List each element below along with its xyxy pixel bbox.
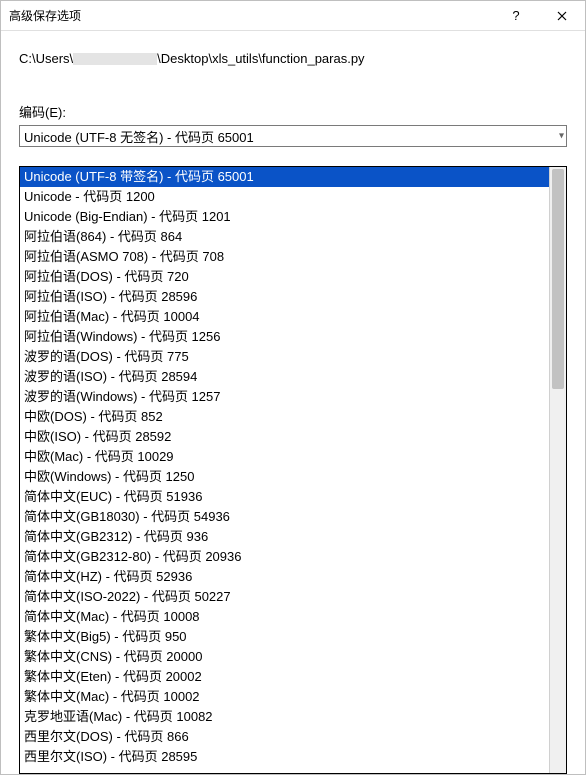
encoding-option[interactable]: 阿拉伯语(ASMO 708) - 代码页 708 (20, 247, 549, 267)
encoding-option[interactable]: 简体中文(EUC) - 代码页 51936 (20, 487, 549, 507)
encoding-list[interactable]: Unicode (UTF-8 带签名) - 代码页 65001Unicode -… (20, 167, 549, 773)
encoding-option[interactable]: 繁体中文(Big5) - 代码页 950 (20, 627, 549, 647)
encoding-option[interactable]: 波罗的语(ISO) - 代码页 28594 (20, 367, 549, 387)
encoding-option[interactable]: 繁体中文(CNS) - 代码页 20000 (20, 647, 549, 667)
encoding-option[interactable]: 简体中文(GB2312) - 代码页 936 (20, 527, 549, 547)
encoding-option[interactable]: Unicode (UTF-8 带签名) - 代码页 65001 (20, 167, 549, 187)
encoding-option[interactable]: 克罗地亚语(Mac) - 代码页 10082 (20, 707, 549, 727)
encoding-option[interactable]: 繁体中文(Eten) - 代码页 20002 (20, 667, 549, 687)
close-button[interactable] (539, 1, 585, 31)
encoding-option[interactable]: 简体中文(HZ) - 代码页 52936 (20, 567, 549, 587)
dialog-body: C:\Users\ \Desktop\xls_utils\function_par… (1, 31, 585, 147)
encoding-combobox[interactable]: Unicode (UTF-8 无签名) - 代码页 65001 ▾ (19, 125, 567, 147)
encoding-option[interactable]: Unicode - 代码页 1200 (20, 187, 549, 207)
path-prefix: C:\Users\ (19, 51, 73, 66)
window-title: 高级保存选项 (9, 7, 493, 24)
encoding-option[interactable]: 繁体中文(Mac) - 代码页 10002 (20, 687, 549, 707)
titlebar: 高级保存选项 ? (1, 1, 585, 31)
path-redacted (73, 53, 157, 65)
encoding-option[interactable]: 中欧(DOS) - 代码页 852 (20, 407, 549, 427)
encoding-option[interactable]: 简体中文(Mac) - 代码页 10008 (20, 607, 549, 627)
encoding-option[interactable]: 中欧(Mac) - 代码页 10029 (20, 447, 549, 467)
encoding-selected-value: Unicode (UTF-8 无签名) - 代码页 65001 (24, 127, 254, 146)
encoding-option[interactable]: 中欧(ISO) - 代码页 28592 (20, 427, 549, 447)
scrollbar-thumb[interactable] (552, 169, 564, 389)
encoding-option[interactable]: Unicode (Big-Endian) - 代码页 1201 (20, 207, 549, 227)
encoding-option[interactable]: 西里尔文(DOS) - 代码页 866 (20, 727, 549, 747)
scrollbar[interactable] (549, 167, 566, 773)
path-suffix: \Desktop\xls_utils\function_paras.py (157, 51, 364, 66)
encoding-option[interactable]: 简体中文(GB2312-80) - 代码页 20936 (20, 547, 549, 567)
encoding-option[interactable]: 中欧(Windows) - 代码页 1250 (20, 467, 549, 487)
encoding-option[interactable]: 阿拉伯语(864) - 代码页 864 (20, 227, 549, 247)
encoding-option[interactable]: 阿拉伯语(Windows) - 代码页 1256 (20, 327, 549, 347)
encoding-option[interactable]: 简体中文(ISO-2022) - 代码页 50227 (20, 587, 549, 607)
encoding-option[interactable]: 波罗的语(DOS) - 代码页 775 (20, 347, 549, 367)
close-icon (557, 11, 567, 21)
encoding-label: 编码(E): (19, 102, 567, 121)
encoding-dropdown: Unicode (UTF-8 带签名) - 代码页 65001Unicode -… (19, 166, 567, 774)
encoding-option[interactable]: 简体中文(GB18030) - 代码页 54936 (20, 507, 549, 527)
advanced-save-options-dialog: 高级保存选项 ? C:\Users\ \Desktop\xls_utils\fun… (0, 0, 586, 775)
chevron-down-icon: ▾ (559, 131, 564, 142)
encoding-option[interactable]: 西里尔文(ISO) - 代码页 28595 (20, 747, 549, 767)
encoding-option[interactable]: 波罗的语(Windows) - 代码页 1257 (20, 387, 549, 407)
encoding-option[interactable]: 阿拉伯语(Mac) - 代码页 10004 (20, 307, 549, 327)
encoding-option[interactable]: 阿拉伯语(DOS) - 代码页 720 (20, 267, 549, 287)
encoding-option[interactable]: 阿拉伯语(ISO) - 代码页 28596 (20, 287, 549, 307)
file-path: C:\Users\ \Desktop\xls_utils\function_par… (19, 51, 567, 66)
help-button[interactable]: ? (493, 1, 539, 31)
